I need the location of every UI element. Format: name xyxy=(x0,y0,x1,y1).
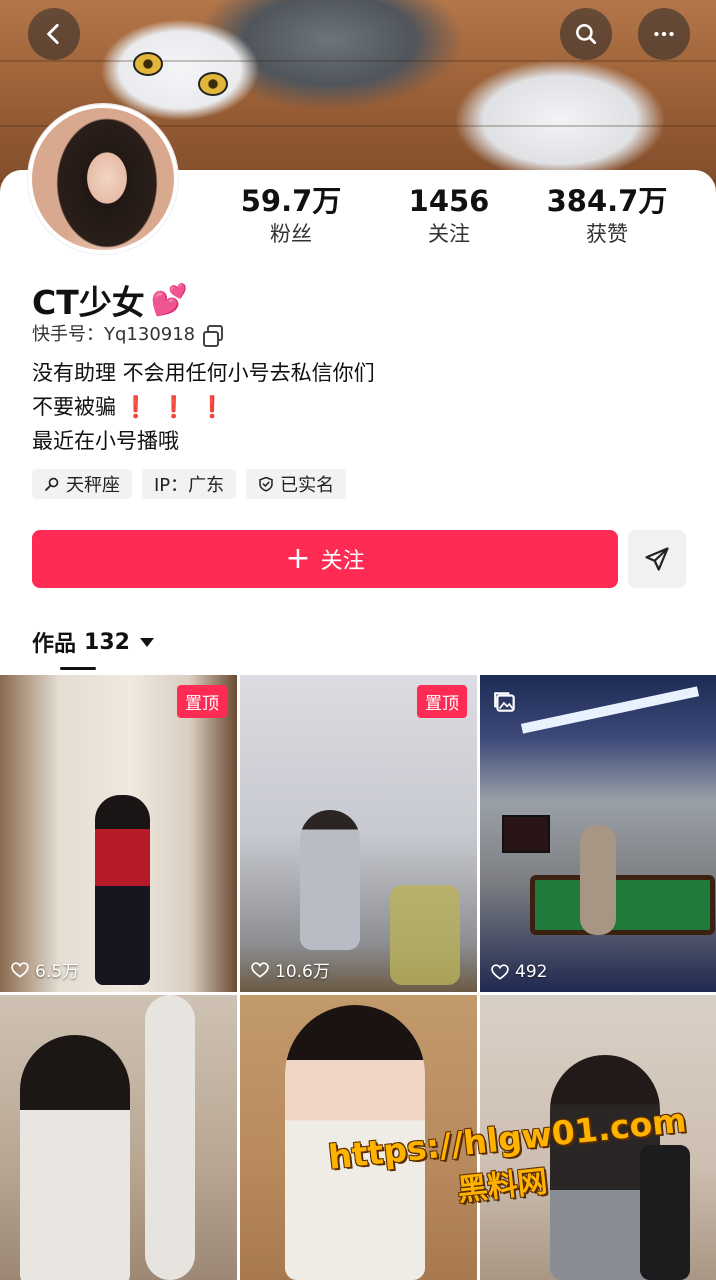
message-button[interactable] xyxy=(628,530,686,588)
light-strip xyxy=(520,686,700,734)
send-icon xyxy=(645,547,669,571)
search-icon xyxy=(576,24,597,45)
stat-value: 384.7万 xyxy=(546,184,668,218)
stat-fans[interactable]: 59.7万 粉丝 xyxy=(216,183,366,249)
tag-ip: IP：广东 xyxy=(142,469,237,499)
plus-icon: + xyxy=(285,541,311,576)
profile-bio: 没有助理 不会用任何小号去私信你们 不要被骗 ❗❗❗ 最近在小号播哦 xyxy=(32,356,375,458)
stat-label: 粉丝 xyxy=(270,222,312,246)
follow-button[interactable]: + 关注 xyxy=(32,530,618,588)
album-icon xyxy=(494,692,515,712)
pinned-badge: 置顶 xyxy=(417,685,467,718)
cat-eye xyxy=(198,72,228,96)
bio-line: 最近在小号播哦 xyxy=(32,429,179,453)
pinned-badge: 置顶 xyxy=(177,685,227,718)
person-figure xyxy=(300,810,360,950)
tab-works[interactable]: 作品 132 xyxy=(32,626,154,658)
more-icon xyxy=(654,31,674,37)
like-count: 6.5万 xyxy=(10,957,79,982)
stat-label: 获赞 xyxy=(586,222,628,246)
tv-screen xyxy=(502,815,550,853)
tab-works-label: 作品 xyxy=(32,632,77,657)
kuaishou-id: 快手号：Yq130918 xyxy=(32,320,224,347)
person-figure xyxy=(95,795,150,985)
work-tile[interactable]: 置顶 6.5万 xyxy=(0,675,237,992)
work-tile[interactable]: 492 xyxy=(480,675,716,992)
back-button[interactable] xyxy=(28,8,80,60)
like-count: 492 xyxy=(490,962,547,982)
stat-label: 关注 xyxy=(428,222,470,246)
kuaishou-id-text: 快手号：Yq130918 xyxy=(32,324,196,345)
caret-down-icon xyxy=(139,637,154,647)
location-icon xyxy=(45,477,59,491)
profile-tags: 天秤座 IP：广东 已实名 xyxy=(32,469,347,499)
work-tile[interactable] xyxy=(0,995,237,1280)
bio-line-2: 不要被骗 ❗❗❗ xyxy=(32,395,238,419)
like-count: 10.6万 xyxy=(250,957,330,982)
stat-following[interactable]: 1456 关注 xyxy=(374,183,524,249)
verified-icon xyxy=(259,476,273,492)
stat-value: 1456 xyxy=(408,184,490,218)
profile-name-text: CT少女 xyxy=(32,283,145,322)
raised-leg xyxy=(145,995,195,1280)
tab-works-count: 132 xyxy=(84,629,130,655)
follow-label: 关注 xyxy=(320,549,365,574)
avatar[interactable] xyxy=(28,104,178,254)
person-figure xyxy=(580,825,616,935)
heart-icon xyxy=(11,961,29,978)
more-button[interactable] xyxy=(638,8,690,60)
back-icon xyxy=(47,23,59,45)
stat-likes[interactable]: 384.7万 获赞 xyxy=(532,183,682,249)
bio-line: 没有助理 不会用任何小号去私信你们 xyxy=(32,361,375,385)
exclamation-marks: ❗❗❗ xyxy=(122,395,238,419)
chair xyxy=(390,885,460,985)
heart-icon xyxy=(491,964,509,980)
search-button[interactable] xyxy=(560,8,612,60)
tag-verified[interactable]: 已实名 xyxy=(246,469,347,499)
heart-emoji: 💕 xyxy=(150,282,189,318)
work-tile[interactable]: 置顶 10.6万 xyxy=(240,675,477,992)
person-figure xyxy=(20,1035,130,1280)
copy-icon[interactable] xyxy=(203,325,224,347)
cat-eye xyxy=(133,52,163,76)
tag-zodiac[interactable]: 天秤座 xyxy=(32,469,132,499)
pool-table xyxy=(530,875,715,935)
tab-indicator xyxy=(60,667,96,670)
heart-icon xyxy=(251,961,269,978)
stat-value: 59.7万 xyxy=(240,184,342,218)
profile-name: CT少女 💕 xyxy=(32,276,188,324)
